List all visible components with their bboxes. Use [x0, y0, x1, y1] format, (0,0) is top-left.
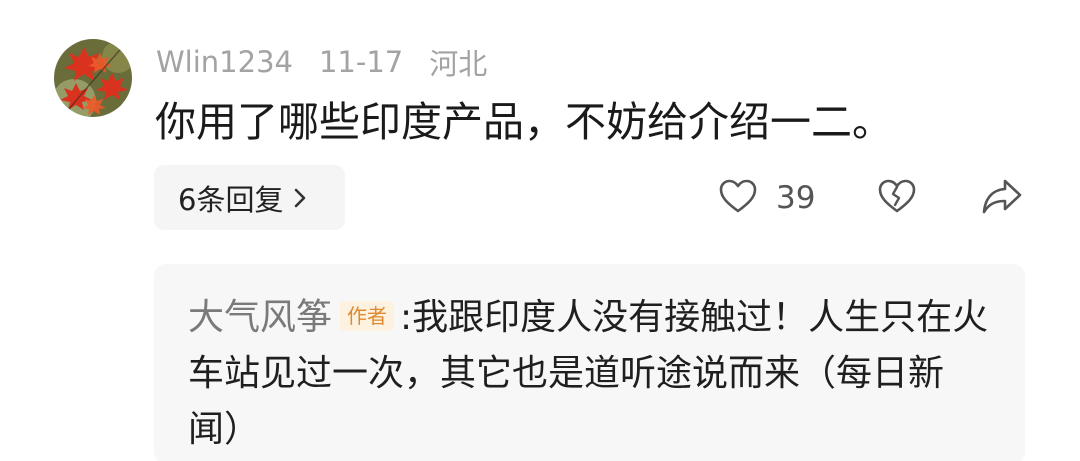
comment-date: 11-17: [318, 45, 404, 79]
reply-separator: :: [400, 297, 413, 338]
like-count: 39: [776, 180, 816, 216]
broken-heart-icon: [876, 177, 918, 219]
avatar[interactable]: [54, 39, 132, 117]
maple-leaf-avatar-image: [54, 39, 132, 117]
share-arrow-icon: [980, 176, 1024, 220]
author-badge: 作者: [340, 301, 395, 331]
reply-author[interactable]: 大气风筝: [188, 297, 332, 338]
comment-meta: Wlin1234 11-17 河北: [156, 40, 487, 84]
view-replies-button[interactable]: 6条回复: [154, 165, 345, 230]
reply-preview[interactable]: 大气风筝 作者:我跟印度人没有接触过！人生只在火车站见过一次，其它也是道听途说而来…: [154, 264, 1025, 461]
username[interactable]: Wlin1234: [156, 45, 293, 79]
chevron-right-icon: [293, 187, 307, 209]
comment-location: 河北: [429, 47, 488, 81]
replies-label: 6条回复: [178, 182, 284, 217]
heart-outline-icon: [718, 178, 758, 218]
like-button[interactable]: 39: [718, 170, 815, 226]
dislike-button[interactable]: [876, 170, 918, 226]
share-button[interactable]: [980, 170, 1024, 226]
comment-item: Wlin1234 11-17 河北 你用了哪些印度产品，不妨给介绍一二。 6条回…: [0, 0, 1080, 461]
comment-text[interactable]: 你用了哪些印度产品，不妨给介绍一二。: [155, 94, 893, 150]
